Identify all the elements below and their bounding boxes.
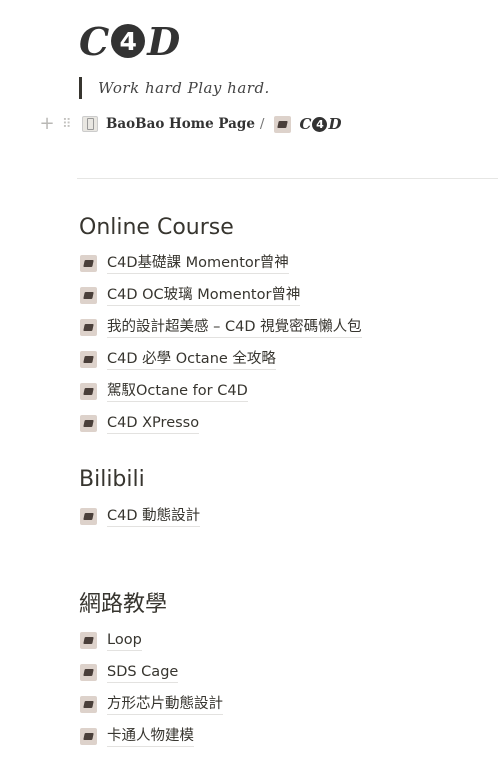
c4d-page-icon (80, 318, 97, 336)
phone-page-icon (82, 116, 98, 132)
page-link-online-course-5[interactable]: 駕馭Octane for C4D (80, 379, 248, 403)
c4d-page-icon (80, 286, 97, 304)
page-title-d: D (147, 18, 181, 64)
c4d-page-icon (80, 414, 97, 432)
c4d-page-icon (80, 507, 97, 525)
quote-block: Work hard Play hard. (79, 77, 270, 99)
page-link-label: 卡通人物建模 (107, 726, 194, 747)
page-link-web-tutorial-3[interactable]: 方形芯片動態設計 (80, 692, 223, 716)
page-link-label: C4D OC玻璃 Momentor曾神 (107, 285, 301, 306)
c4d-page-icon (80, 350, 97, 368)
c4d-page-icon (80, 695, 97, 713)
page-link-online-course-3[interactable]: 我的設計超美感 – C4D 視覺密碼懶人包 (80, 315, 362, 339)
page-link-label: SDS Cage (107, 662, 179, 683)
page-link-online-course-4[interactable]: C4D 必學 Octane 全攻略 (80, 347, 276, 371)
page-link-online-course-6[interactable]: C4D XPresso (80, 411, 200, 435)
c4d-page-icon (80, 631, 97, 649)
heading-bilibili: Bilibili (79, 467, 145, 492)
breadcrumb-separator: / (259, 116, 265, 132)
page-link-online-course-2[interactable]: C4D OC玻璃 Momentor曾神 (80, 283, 301, 307)
c4d-page-icon (80, 382, 97, 400)
page-link-label: 方形芯片動態設計 (107, 694, 223, 715)
page-link-label: 我的設計超美感 – C4D 視覺密碼懶人包 (107, 317, 362, 338)
page-link-label: C4D 動態設計 (107, 506, 201, 527)
page-link-web-tutorial-4[interactable]: 卡通人物建模 (80, 724, 194, 748)
page-link-web-tutorial-1[interactable]: Loop (80, 628, 142, 652)
page-title-4-circle: 4 (111, 24, 146, 58)
c4d-page-icon (274, 115, 292, 133)
divider (77, 178, 498, 179)
c4d-page-icon (80, 663, 97, 681)
breadcrumb-current-4-circle: 4 (312, 116, 328, 132)
page-title: C 4 D (79, 18, 181, 64)
breadcrumb-current-d: D (328, 115, 342, 133)
heading-web-tutorials: 網路教學 (79, 592, 168, 617)
page-link-web-tutorial-2[interactable]: SDS Cage (80, 660, 179, 684)
page-link-label: C4D基礎課 Momentor曾神 (107, 253, 289, 274)
c4d-page-icon (80, 254, 97, 272)
page-link-bilibili-1[interactable]: C4D 動態設計 (80, 504, 201, 528)
page-link-label: Loop (107, 630, 142, 651)
drag-handle-icon[interactable]: ⠿ (62, 117, 76, 132)
page-link-label: C4D XPresso (107, 413, 200, 434)
page-link-online-course-1[interactable]: C4D基礎課 Momentor曾神 (80, 251, 289, 275)
page-link-label: 駕馭Octane for C4D (107, 381, 248, 402)
breadcrumb-home-link[interactable]: BaoBao Home Page (106, 116, 255, 132)
heading-online-course: Online Course (79, 215, 234, 240)
breadcrumb-current-c: C (299, 115, 312, 133)
page-link-label: C4D 必學 Octane 全攻略 (107, 349, 276, 370)
plus-icon[interactable]: + (38, 115, 56, 133)
breadcrumb: + ⠿ BaoBao Home Page / C 4 D (38, 112, 341, 136)
breadcrumb-current-page[interactable]: C 4 D (299, 115, 341, 133)
c4d-page-icon (80, 727, 97, 745)
page-title-c: C (79, 18, 110, 64)
